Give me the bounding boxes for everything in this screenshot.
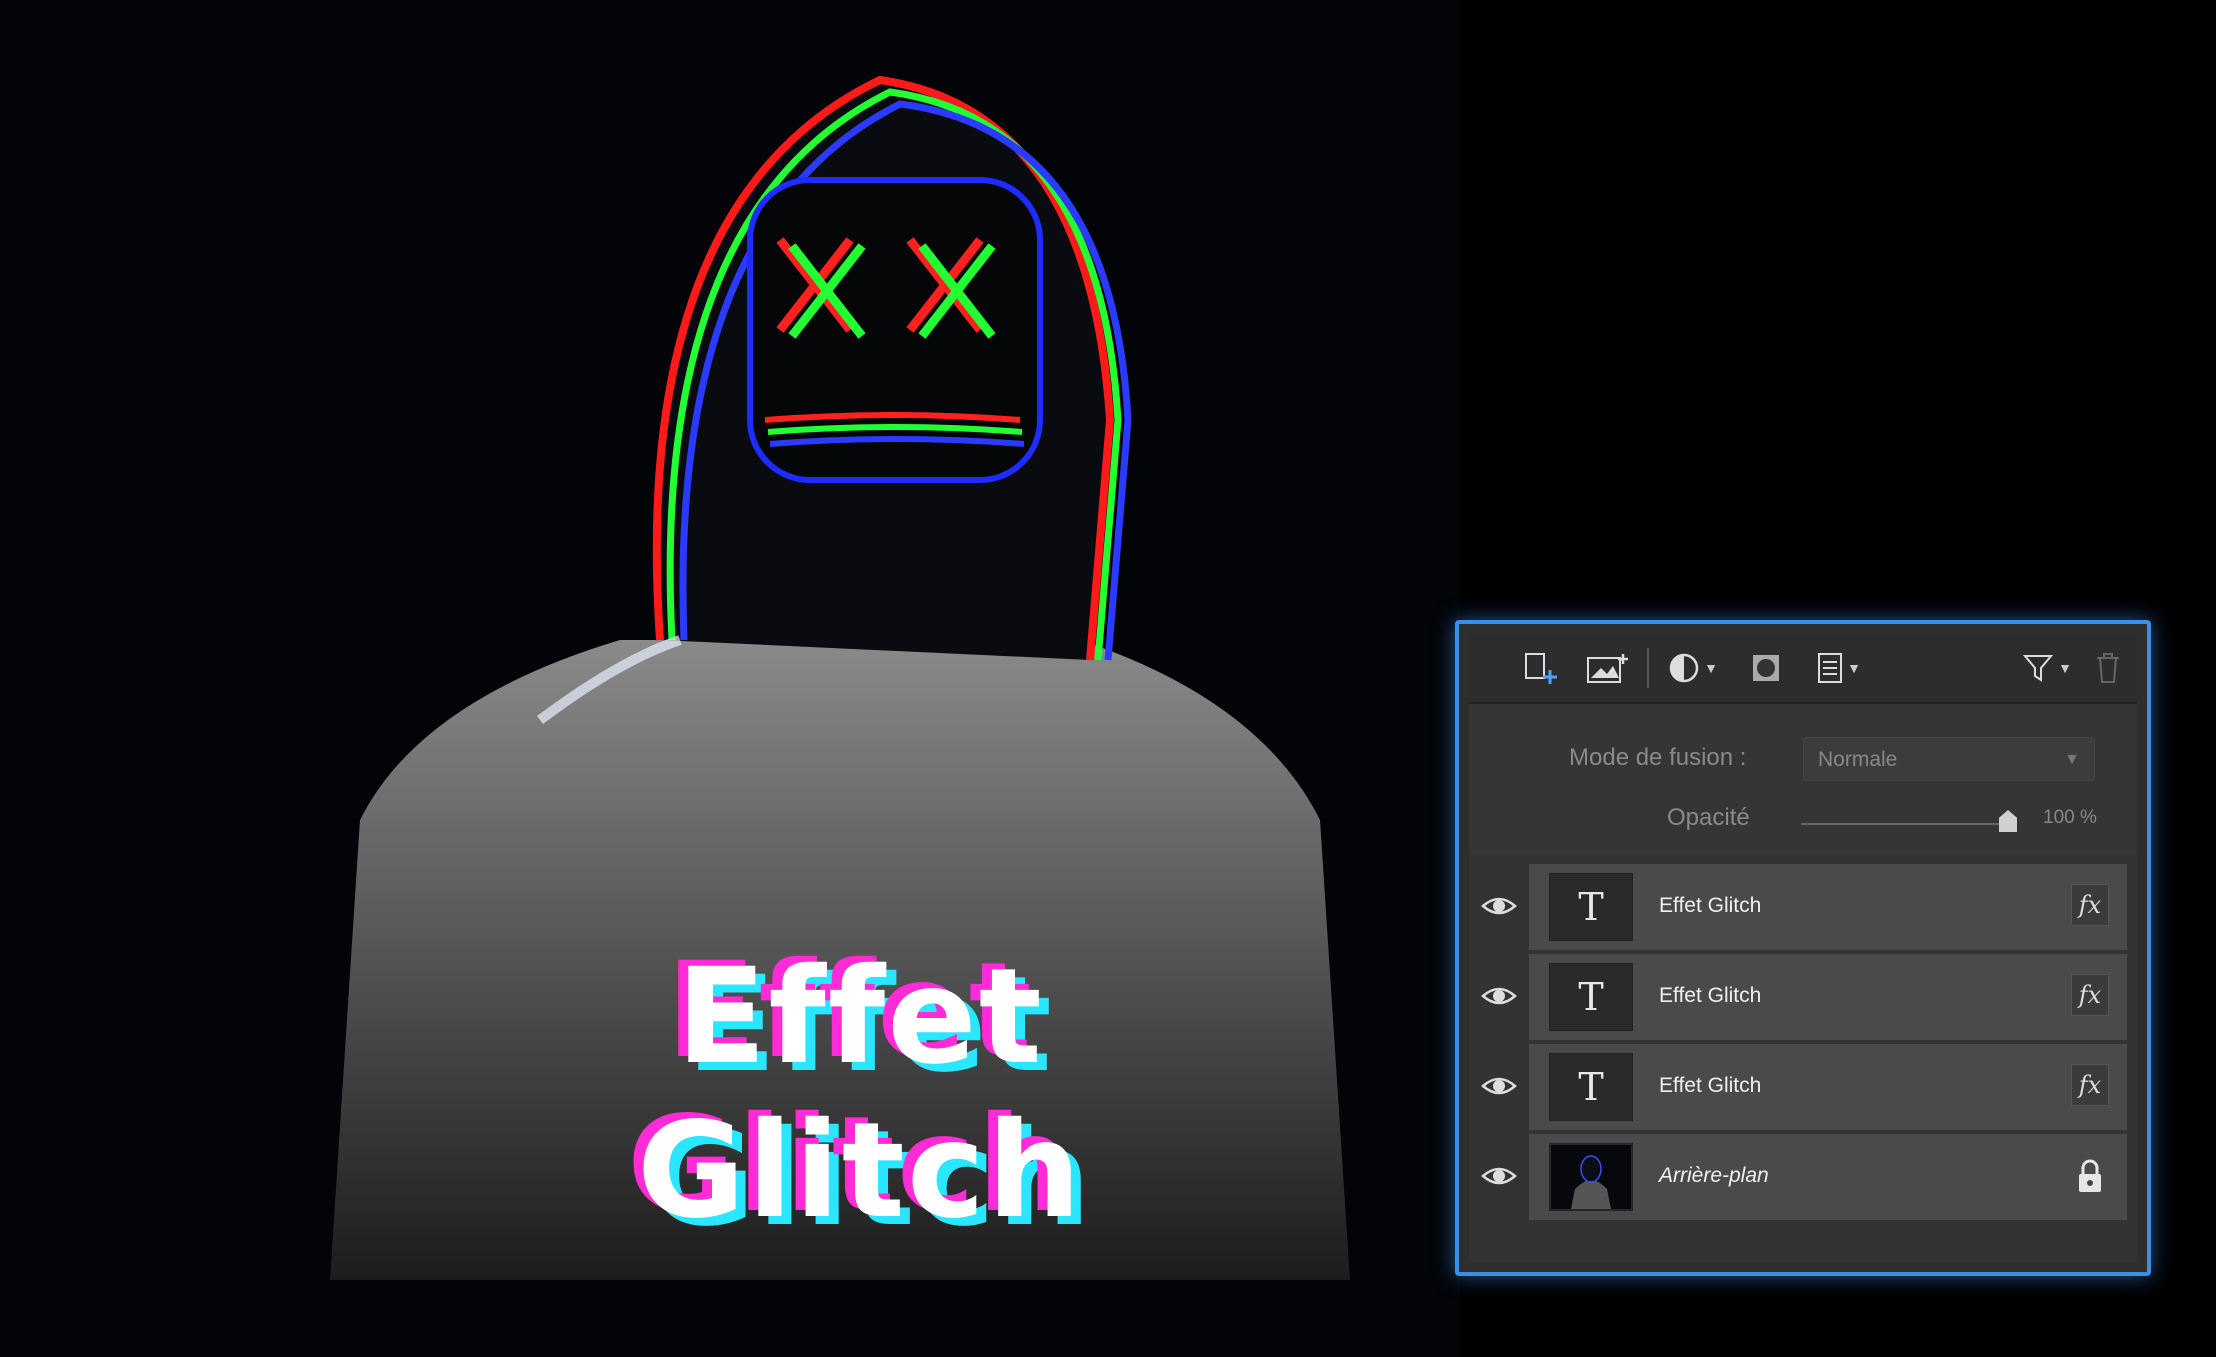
opacity-slider-track[interactable]	[1801, 823, 2013, 825]
layer-row-background[interactable]: Arrière-plan	[1469, 1134, 2137, 1220]
layer-name[interactable]: Effet Glitch	[1659, 1074, 1761, 1098]
filter-icon[interactable]: ▼	[2017, 646, 2077, 690]
layer-menu-icon[interactable]: ▼	[1809, 646, 1869, 690]
chevron-down-icon: ▼	[2064, 751, 2080, 768]
adjustment-layer-icon[interactable]: ▼	[1663, 646, 1723, 690]
layers-panel-body: ▼ ▼ ▼ Mode de fusion : Normale ▼ Opacité	[1469, 634, 2137, 1262]
glitch-title-main: Effet Glitch	[636, 940, 1084, 1248]
add-image-layer-icon[interactable]	[1583, 646, 1633, 690]
chevron-down-icon: ▼	[2058, 660, 2072, 676]
glitch-title: Effet Glitch Effet Glitch Effet Glitch	[430, 934, 1290, 1256]
blend-mode-value: Normale	[1818, 748, 1898, 771]
new-layer-icon[interactable]	[1517, 646, 1567, 690]
layer-row[interactable]: T Effet Glitch fx	[1469, 1044, 2137, 1130]
chevron-down-icon: ▼	[1847, 660, 1861, 676]
layer-name[interactable]: Effet Glitch	[1659, 984, 1761, 1008]
layer-thumbnail-text: T	[1549, 873, 1633, 941]
opacity-value: 100 %	[2043, 807, 2097, 828]
layers-panel: ▼ ▼ ▼ Mode de fusion : Normale ▼ Opacité	[1455, 620, 2151, 1276]
layer-properties: Mode de fusion : Normale ▼ Opacité 100 %	[1469, 704, 2137, 854]
mask-icon[interactable]	[1741, 646, 1791, 690]
layer-name[interactable]: Arrière-plan	[1659, 1164, 1769, 1188]
layer-thumbnail-text: T	[1549, 963, 1633, 1031]
blend-mode-select[interactable]: Normale ▼	[1803, 737, 2095, 781]
opacity-label: Opacité	[1667, 804, 1750, 831]
blend-mode-label: Mode de fusion :	[1569, 744, 1747, 771]
visibility-eye-icon[interactable]	[1479, 1066, 1519, 1106]
layers-toolbar: ▼ ▼ ▼	[1469, 634, 2137, 704]
artwork-canvas: Effet Glitch Effet Glitch Effet Glitch	[0, 0, 1460, 1357]
delete-icon[interactable]	[2083, 646, 2133, 690]
toolbar-separator	[1647, 648, 1649, 688]
chevron-down-icon: ▼	[1704, 660, 1718, 676]
fx-icon[interactable]: fx	[2071, 884, 2109, 926]
fx-icon[interactable]: fx	[2071, 974, 2109, 1016]
visibility-eye-icon[interactable]	[1479, 976, 1519, 1016]
layer-name[interactable]: Effet Glitch	[1659, 894, 1761, 918]
opacity-slider-thumb[interactable]	[1999, 810, 2017, 832]
layer-row[interactable]: T Effet Glitch fx	[1469, 864, 2137, 950]
visibility-eye-icon[interactable]	[1479, 1156, 1519, 1196]
layer-thumbnail-image	[1549, 1143, 1633, 1211]
layer-thumbnail-text: T	[1549, 1053, 1633, 1121]
lock-icon[interactable]	[2073, 1156, 2107, 1196]
fx-icon[interactable]: fx	[2071, 1064, 2109, 1106]
visibility-eye-icon[interactable]	[1479, 886, 1519, 926]
layer-row[interactable]: T Effet Glitch fx	[1469, 954, 2137, 1040]
